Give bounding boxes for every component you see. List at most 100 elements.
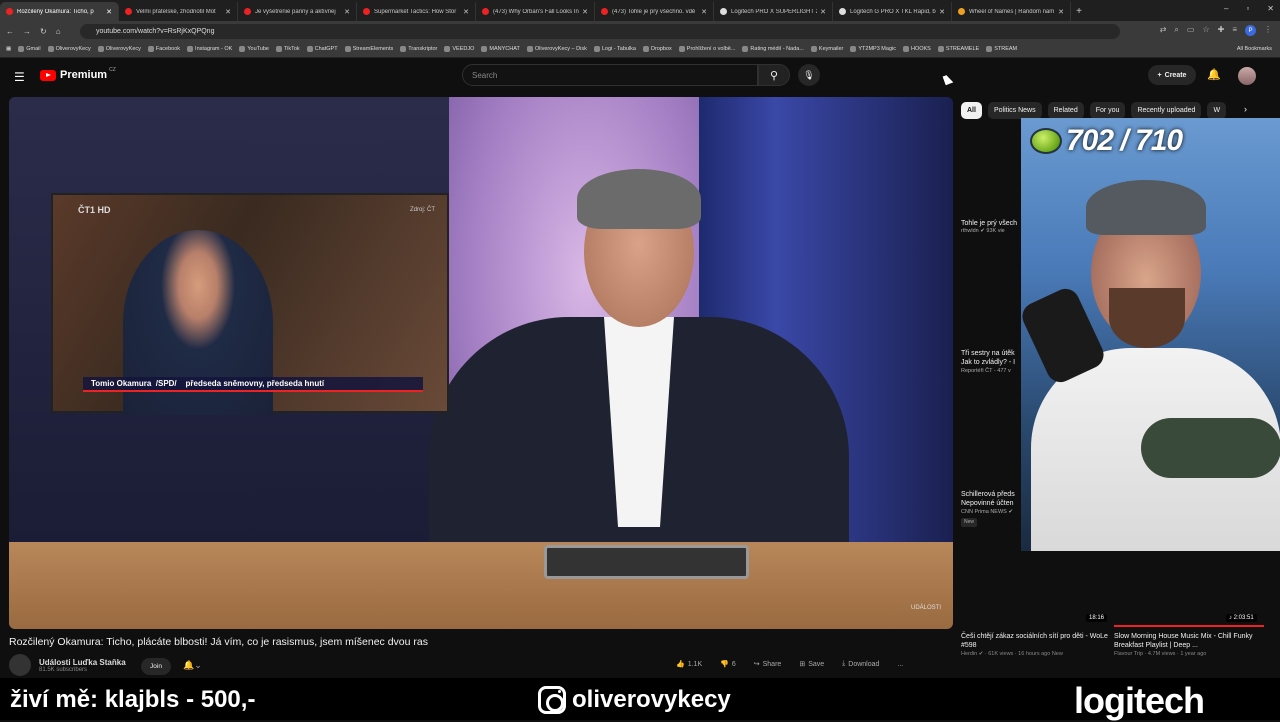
chip-related[interactable]: Related xyxy=(1047,102,1084,119)
browser-tab[interactable]: (473) Tohle je prý všechno. vdě ✕ xyxy=(595,2,714,21)
bookmark-item[interactable]: OliverovyKecy xyxy=(47,46,91,52)
extensions-icon[interactable]: ✚ xyxy=(1218,25,1225,36)
bookmark-item[interactable]: Facebook xyxy=(147,46,180,52)
bookmark-item[interactable]: Logi - Tabulka xyxy=(593,46,636,52)
video-player[interactable]: ČT1 HD Zdroj: ČT Tomio Okamura /SPD/ pře… xyxy=(9,97,953,629)
join-button[interactable]: Join xyxy=(141,658,171,675)
bookmark-item[interactable]: Rating médií - Nada... xyxy=(742,46,804,52)
maximize-icon[interactable]: ▫ xyxy=(1246,4,1249,13)
browser-tab[interactable]: Velmi přátelské, zhodnotil Mot ✕ xyxy=(119,2,238,21)
chevron-right-icon[interactable]: › xyxy=(1244,104,1247,114)
like-button[interactable]: 👍 1.1K xyxy=(676,660,702,669)
bookmark-item[interactable]: STREAM xyxy=(986,46,1017,52)
list-item[interactable]: Češi chtějí zákaz sociálních sítí pro dě… xyxy=(961,632,1109,658)
close-window-icon[interactable]: ✕ xyxy=(1267,4,1274,13)
bookmark-item[interactable]: Gmail xyxy=(18,46,41,52)
profile-avatar[interactable]: P xyxy=(1245,25,1256,36)
browser-tab[interactable]: Logitech PRO X SUPERLIGHT 2 ✕ xyxy=(714,2,833,21)
close-tab-icon[interactable]: ✕ xyxy=(582,8,588,16)
user-avatar[interactable] xyxy=(1238,67,1256,85)
bookmark-favicon-icon xyxy=(18,46,25,52)
menu-kebab-icon[interactable]: ⋮ xyxy=(1264,25,1272,36)
close-tab-icon[interactable]: ✕ xyxy=(701,8,707,16)
search-input[interactable]: Search xyxy=(462,64,758,86)
home-icon[interactable]: ⌂ xyxy=(56,27,61,36)
close-tab-icon[interactable]: ✕ xyxy=(344,8,350,16)
hamburger-menu-icon[interactable]: ☰ xyxy=(14,70,25,84)
bookmark-item[interactable]: TikTok xyxy=(275,46,300,52)
chip-politics-news[interactable]: Politics News xyxy=(987,102,1042,119)
save-button[interactable]: ⊞ Save xyxy=(799,660,824,669)
list-item[interactable]: Slow Morning House Music Mix - Chill Fun… xyxy=(1114,632,1254,658)
voice-search-button[interactable]: 🎙 xyxy=(798,64,820,86)
close-tab-icon[interactable]: ✕ xyxy=(1058,8,1064,16)
search-icon: ⚲ xyxy=(769,69,779,82)
reload-icon[interactable]: ↻ xyxy=(40,27,47,36)
more-actions-button[interactable]: ... xyxy=(897,660,903,668)
browser-tab-bar: Rozčilený Okamura: Ticho, p ✕ Velmi přáte… xyxy=(0,0,1280,21)
create-button[interactable]: + Create xyxy=(1148,65,1196,85)
bookmark-item[interactable]: MANYCHAT xyxy=(481,46,520,52)
bookmark-star-icon[interactable]: ☆ xyxy=(1202,25,1209,36)
minimize-icon[interactable]: – xyxy=(1224,4,1228,13)
chip-all[interactable]: All xyxy=(961,102,982,119)
new-tab-button[interactable]: + xyxy=(1071,2,1087,21)
close-tab-icon[interactable]: ✕ xyxy=(463,8,469,16)
close-tab-icon[interactable]: ✕ xyxy=(106,8,112,16)
close-tab-icon[interactable]: ✕ xyxy=(225,8,231,16)
browser-tab[interactable]: Rozčilený Okamura: Ticho, p ✕ xyxy=(0,2,119,21)
list-item[interactable]: Tři sestry na útěk Jak to zvládly? - I R… xyxy=(961,349,1021,375)
chip-recently-uploaded[interactable]: Recently uploaded xyxy=(1131,102,1202,119)
browser-tab[interactable]: (473) Why Orban's Fall Looks In ✕ xyxy=(476,2,595,21)
bookmark-item[interactable]: OliverovyKecy xyxy=(97,46,141,52)
duration-badge: ♪ 2:03:51 xyxy=(1226,614,1257,622)
bookmark-favicon-icon xyxy=(97,46,104,52)
browser-tab[interactable]: Logitech G PRO X TKL Rapid, bi ✕ xyxy=(833,2,952,21)
search-button[interactable]: ⚲ xyxy=(758,64,790,86)
forward-icon[interactable]: → xyxy=(23,27,31,36)
notifications-bell-icon[interactable]: 🔔 xyxy=(1207,68,1221,81)
browser-tab[interactable]: Je vyšetrenie panny a aktívnej ✕ xyxy=(238,2,357,21)
youtube-favicon-icon xyxy=(363,8,370,15)
bookmark-item[interactable]: Keymailer xyxy=(810,46,843,52)
apps-grid-icon[interactable]: ▦ xyxy=(6,46,11,52)
bookmark-item[interactable]: Prohlížení o volbě... xyxy=(678,46,735,52)
url-field[interactable]: youtube.com/watch?v=RsRjKxQPQng xyxy=(80,24,1120,39)
subscribed-bell-icon[interactable]: 🔔⌄ xyxy=(183,660,202,671)
list-item[interactable]: Tohle je prý všech rthwldn ✔ 93K vie xyxy=(961,219,1021,236)
page-favicon-icon xyxy=(720,8,727,15)
bookmark-item[interactable]: ChatGPT xyxy=(306,46,338,52)
channel-watermark: UDÁLOSTI xyxy=(910,605,941,611)
bookmark-item[interactable]: Instagram - OK xyxy=(187,46,232,52)
close-tab-icon[interactable]: ✕ xyxy=(939,8,945,16)
channel-avatar[interactable] xyxy=(9,654,31,676)
tab-search-icon[interactable]: ≡ xyxy=(1232,25,1237,36)
list-item[interactable]: Schillerová předs Nepovinné účten CNN Pr… xyxy=(961,490,1021,528)
all-bookmarks-button[interactable]: All Bookmarks xyxy=(1237,46,1272,52)
chip-for-you[interactable]: For you xyxy=(1089,102,1126,119)
bookmark-item[interactable]: OliverovyKecy – Disk xyxy=(526,46,587,52)
translate-icon[interactable]: ⇄ xyxy=(1160,25,1167,36)
bookmark-item[interactable]: VEEDJO xyxy=(444,46,474,52)
bookmark-favicon-icon xyxy=(239,46,246,52)
download-button[interactable]: ⤓ Download xyxy=(842,660,879,668)
zoom-icon[interactable]: ⌕ xyxy=(1174,25,1178,36)
browser-tab[interactable]: Supermarket Tactics: How Stor ✕ xyxy=(357,2,476,21)
cast-icon[interactable]: ▭ xyxy=(1187,25,1195,36)
bookmark-item[interactable]: Dropbox xyxy=(643,46,672,52)
bookmark-item[interactable]: STREAMELE xyxy=(937,46,979,52)
close-tab-icon[interactable]: ✕ xyxy=(820,8,826,16)
youtube-premium-logo[interactable]: Premium CZ xyxy=(40,67,116,81)
tablet-on-desk xyxy=(544,545,749,579)
channel-name[interactable]: Události Luďka Staňka xyxy=(39,658,126,667)
bookmark-item[interactable]: Transkriptor xyxy=(400,46,437,52)
share-button[interactable]: ↪ Share xyxy=(754,660,782,669)
bookmark-item[interactable]: HOOKS xyxy=(902,46,931,52)
chip-more[interactable]: W xyxy=(1207,102,1227,119)
back-icon[interactable]: ← xyxy=(6,27,14,36)
bookmark-item[interactable]: YouTube xyxy=(239,46,269,52)
bookmark-item[interactable]: StreamElements xyxy=(344,46,393,52)
browser-tab[interactable]: Wheel of Names | Random nam ✕ xyxy=(952,2,1071,21)
bookmark-item[interactable]: YT2MP3 Magic xyxy=(850,46,896,52)
dislike-button[interactable]: 👎 6 xyxy=(720,660,736,669)
